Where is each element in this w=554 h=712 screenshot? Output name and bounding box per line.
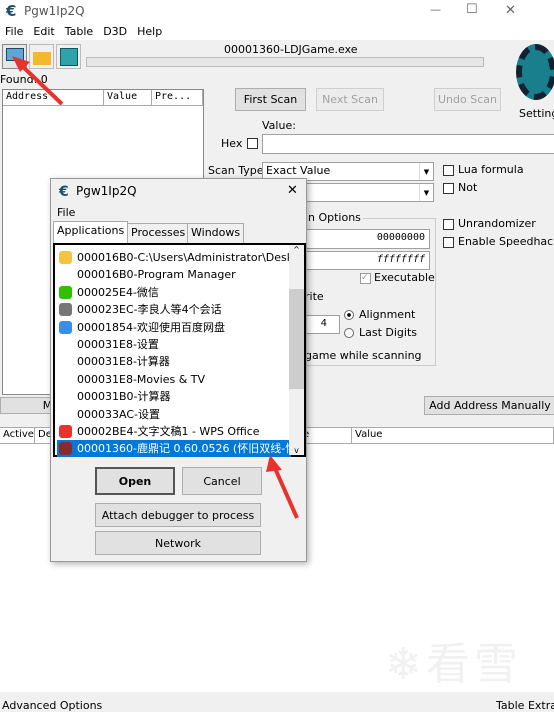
red-arrow-selected-process [266,455,299,519]
red-arrow-open-process [12,56,64,106]
annotation-arrows [12,56,299,519]
